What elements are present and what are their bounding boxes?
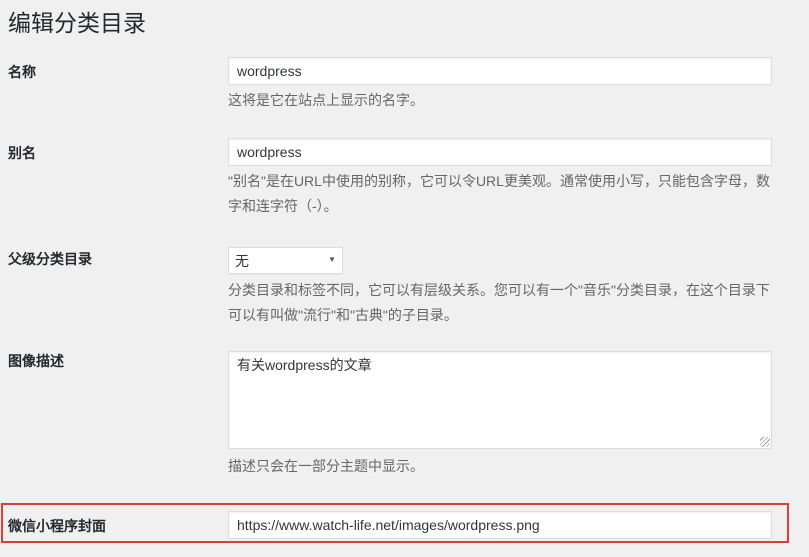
name-label: 名称 bbox=[8, 63, 36, 81]
slug-help-text: "别名"是在URL中使用的别称，它可以令URL更美观。通常使用小写，只能包含字母… bbox=[228, 169, 780, 219]
parent-category-select[interactable]: 无 bbox=[228, 247, 343, 274]
parent-category-help-text: 分类目录和标签不同，它可以有层级关系。您可以有一个"音乐"分类目录，在这个目录下… bbox=[228, 278, 780, 328]
slug-label: 别名 bbox=[8, 144, 36, 162]
description-label: 图像描述 bbox=[8, 352, 64, 370]
edit-category-page: 编辑分类目录 名称 这将是它在站点上显示的名字。 别名 "别名"是在URL中使用… bbox=[0, 0, 809, 557]
resize-handle-icon[interactable] bbox=[760, 437, 770, 447]
name-input[interactable] bbox=[228, 57, 772, 85]
parent-category-select-wrap: 无 ▼ bbox=[228, 247, 343, 274]
wechat-cover-input[interactable] bbox=[228, 511, 772, 539]
slug-input[interactable] bbox=[228, 138, 772, 166]
name-help-text: 这将是它在站点上显示的名字。 bbox=[228, 88, 780, 113]
page-title: 编辑分类目录 bbox=[8, 9, 146, 38]
description-help-text: 描述只会在一部分主题中显示。 bbox=[228, 454, 780, 479]
parent-category-label: 父级分类目录 bbox=[8, 250, 92, 268]
description-textarea[interactable]: 有关wordpress的文章 bbox=[228, 351, 772, 449]
wechat-cover-label: 微信小程序封面 bbox=[8, 517, 106, 535]
